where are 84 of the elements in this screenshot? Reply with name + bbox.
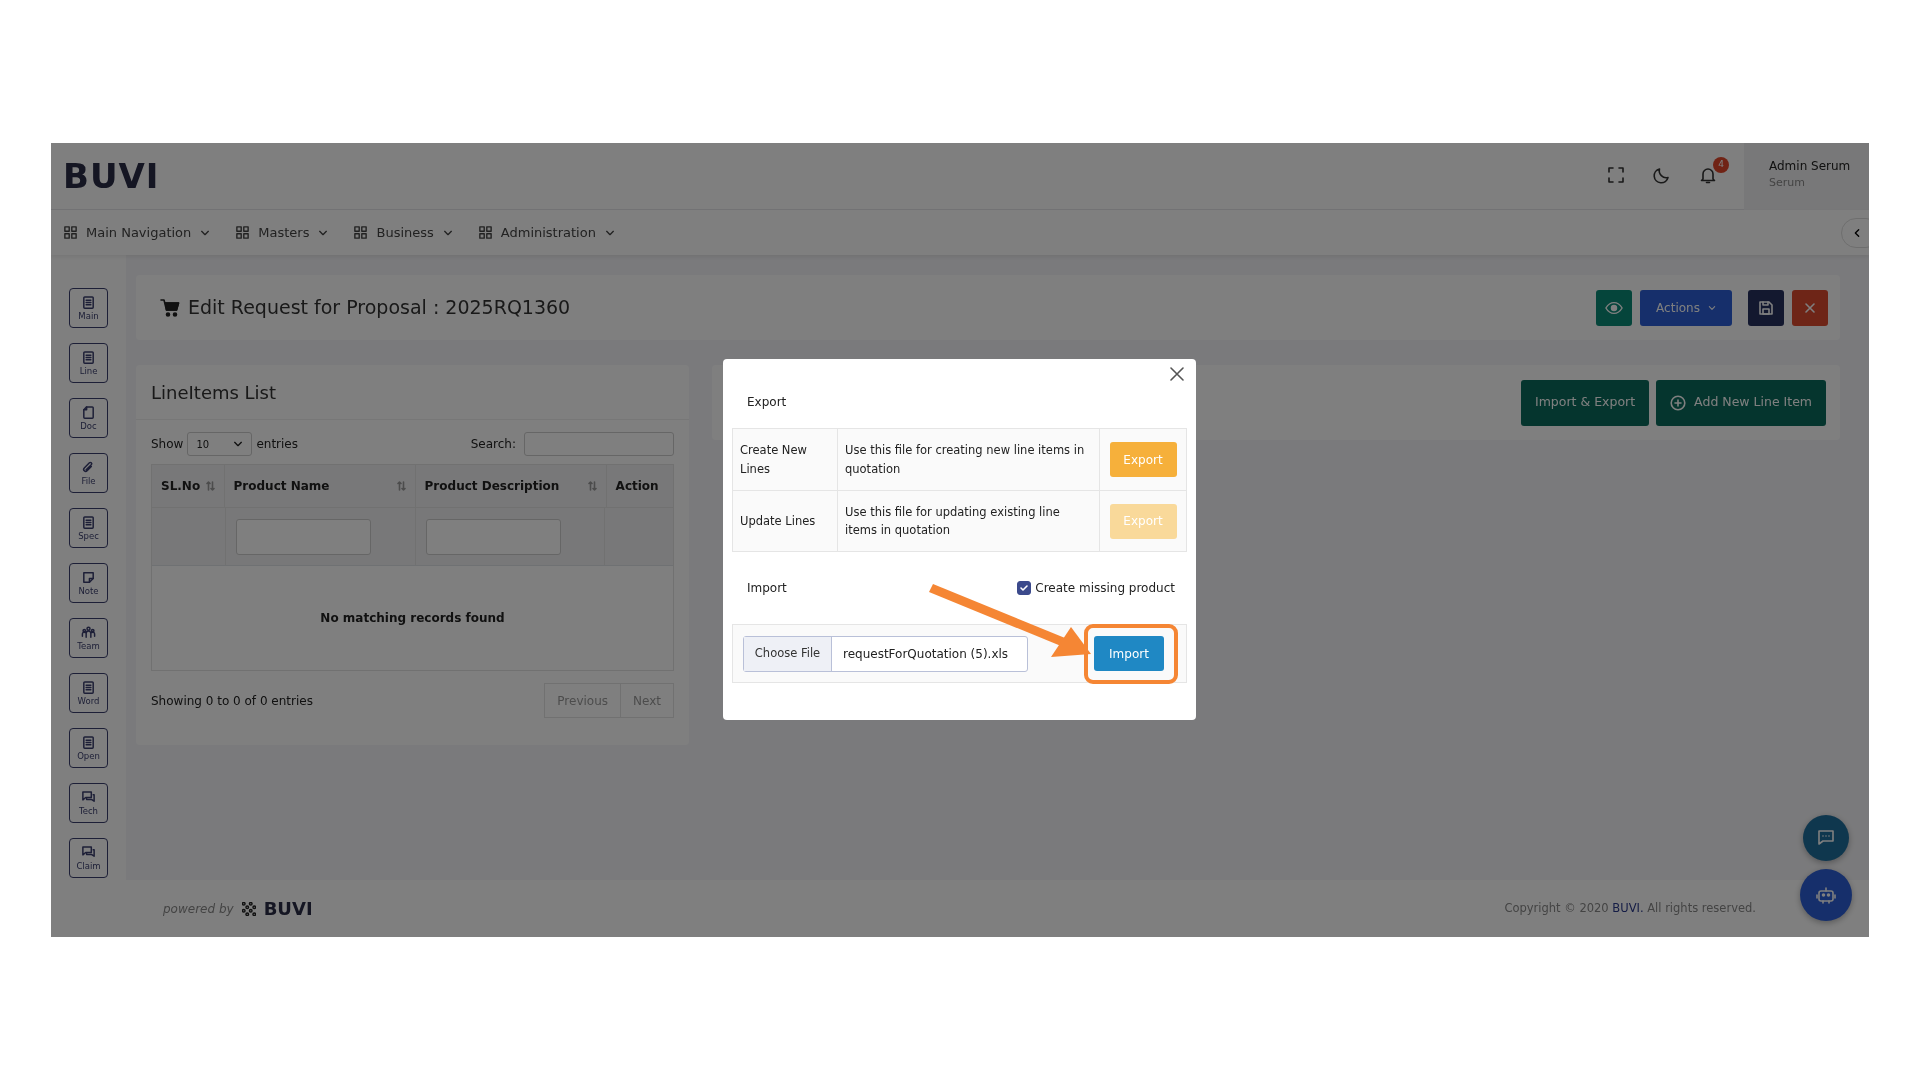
create-missing-checkbox[interactable] xyxy=(1017,581,1032,595)
sort-icon xyxy=(396,480,406,492)
chevron-down-icon xyxy=(233,439,244,449)
empty-message: No matching records found xyxy=(320,610,505,627)
entries-label: entries xyxy=(256,436,298,453)
document-icon xyxy=(81,515,96,531)
row-description: Use this file for updating existing line items in quotation xyxy=(838,491,1100,551)
close-icon xyxy=(1803,300,1817,315)
sidebar-item[interactable]: Team xyxy=(69,618,108,658)
column-header[interactable]: Action xyxy=(606,465,673,507)
choose-file-button[interactable]: Choose File xyxy=(744,636,832,671)
document-icon xyxy=(81,735,96,751)
sidebar-item[interactable]: Word xyxy=(69,673,108,713)
page-size-select[interactable]: 10 xyxy=(187,432,253,456)
sidebar-item[interactable]: Note xyxy=(69,563,108,603)
page-title: Edit Request for Proposal : 2025RQ1360 xyxy=(188,295,571,321)
assistant-button[interactable] xyxy=(1800,869,1852,921)
row-name: Update Lines xyxy=(733,491,838,551)
sidebar-item[interactable]: Spec xyxy=(69,508,108,548)
document-icon xyxy=(81,350,96,366)
chat-button[interactable] xyxy=(1803,815,1849,861)
nav-menu[interactable]: Business xyxy=(354,222,453,243)
sidebar-item[interactable]: Open xyxy=(69,728,108,768)
sidebar-item[interactable]: Tech xyxy=(69,783,108,823)
moon-icon xyxy=(1652,165,1672,185)
filter-field[interactable] xyxy=(235,518,371,555)
caret-icon xyxy=(1707,303,1716,312)
section-title: Export xyxy=(747,394,787,411)
import-export-button[interactable]: Import & Export xyxy=(1521,379,1650,426)
row-name: Create New Lines xyxy=(733,429,838,490)
plus-circle-icon xyxy=(1670,394,1687,411)
row-description: Use this file for creating new line items in quotation xyxy=(838,429,1100,490)
document-icon xyxy=(81,680,96,696)
grid-icon xyxy=(64,226,77,239)
preview-button[interactable] xyxy=(1596,289,1632,326)
copyright-text: Copyright © 2020 BUVI. All rights reserved. xyxy=(1504,899,1756,917)
brand-text: BUVI xyxy=(263,897,313,921)
column-header[interactable]: Product Description xyxy=(415,465,607,507)
import-button[interactable]: Import xyxy=(1094,636,1164,671)
chat-icon xyxy=(1816,828,1836,848)
search-field[interactable] xyxy=(524,432,674,456)
chevron-left-icon xyxy=(1852,228,1862,238)
sort-icon xyxy=(587,480,597,492)
people-icon xyxy=(81,625,96,641)
filter-field[interactable] xyxy=(425,518,561,555)
close-icon xyxy=(1170,367,1184,381)
sort-icon xyxy=(205,480,215,492)
show-label: Show xyxy=(151,436,184,453)
grid-icon xyxy=(236,226,250,239)
nav-menu[interactable]: Administration xyxy=(478,222,615,243)
sidebar-item[interactable]: Main xyxy=(69,288,108,328)
check-icon xyxy=(1019,583,1030,593)
sidebar-item[interactable]: Line xyxy=(69,343,108,383)
user-name: Admin Serum xyxy=(1769,157,1852,175)
notification-count: 4 xyxy=(1713,157,1729,173)
document-icon xyxy=(81,405,96,421)
document-icon xyxy=(81,295,96,311)
logo-text: BUVI xyxy=(63,159,160,193)
actions-dropdown[interactable]: Actions xyxy=(1640,289,1732,326)
search-label: Search: xyxy=(470,436,516,453)
sidebar-item[interactable]: File xyxy=(69,453,108,493)
column-header[interactable]: SL.No xyxy=(152,465,225,507)
note-icon xyxy=(81,570,96,586)
save-button[interactable] xyxy=(1748,289,1784,326)
close-button[interactable] xyxy=(1170,367,1186,383)
fullscreen-icon xyxy=(1606,165,1626,185)
nav-menu[interactable]: Masters xyxy=(236,222,329,243)
save-icon xyxy=(1758,299,1774,316)
section-title: Import xyxy=(747,580,787,597)
bell-icon xyxy=(1698,165,1718,185)
cart-icon xyxy=(160,297,180,318)
grid-icon xyxy=(354,226,368,239)
checkbox-label: Create missing product xyxy=(1035,580,1175,597)
logo-mark-icon xyxy=(241,901,256,916)
file-name: requestForQuotation (5).xls xyxy=(842,645,1009,663)
nav-menu[interactable]: Main Navigation xyxy=(64,222,211,243)
powered-by-text: powered by xyxy=(163,900,234,918)
column-header[interactable]: Product Name xyxy=(224,465,416,507)
grid-icon xyxy=(478,226,492,239)
card-title: LineItems List xyxy=(136,365,689,420)
add-line-item-button[interactable]: Add New Line Item xyxy=(1656,379,1826,426)
sidebar-item[interactable]: Claim xyxy=(69,838,108,878)
sidebar-item[interactable]: Doc xyxy=(69,398,108,438)
table-info: Showing 0 to 0 of 0 entries xyxy=(151,692,313,710)
